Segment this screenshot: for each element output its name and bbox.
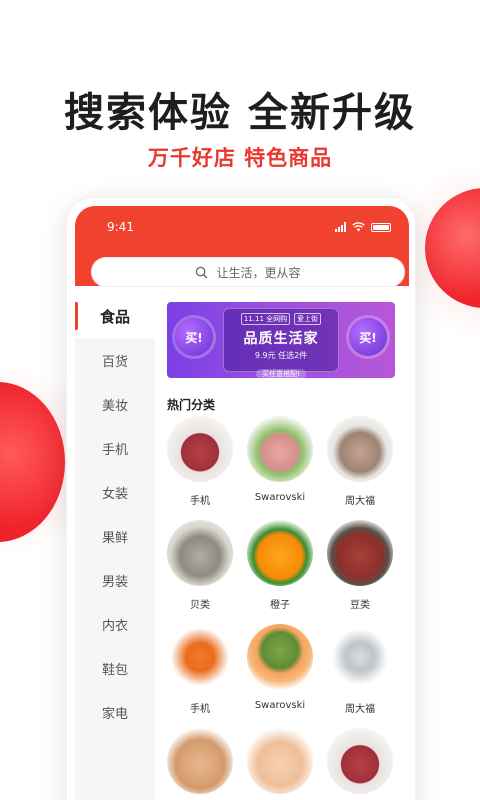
category-tile[interactable]: 手机 bbox=[160, 624, 240, 724]
phone-mockup: 9:41 让生活，更从容 食品 百货 美妆 手机 女装 果鲜 男装 内衣 鞋包 … bbox=[66, 197, 416, 800]
shrimp-icon bbox=[327, 416, 393, 482]
sidebar-item-underwear[interactable]: 内衣 bbox=[75, 602, 155, 646]
category-label: 手机 bbox=[190, 704, 210, 715]
meat-icon bbox=[327, 728, 393, 794]
category-label: Swarovski bbox=[254, 492, 306, 503]
category-label: 贝类 bbox=[190, 600, 210, 611]
category-sidebar: 食品 百货 美妆 手机 女装 果鲜 男装 内衣 鞋包 家电 bbox=[75, 294, 155, 800]
carrot-icon bbox=[167, 624, 233, 690]
banner-logos: 11.11 全网购 爱上街 bbox=[224, 313, 338, 325]
category-label: 周大福 bbox=[345, 704, 375, 715]
sidebar-item-womens[interactable]: 女装 bbox=[75, 470, 155, 514]
category-tile[interactable]: Swarovski bbox=[240, 416, 320, 516]
category-content: 买! 11.11 全网购 爱上街 品质生活家 9.9元 任选2件 买任意搭配! … bbox=[155, 294, 409, 800]
battery-icon bbox=[371, 222, 391, 232]
sidebar-item-phones[interactable]: 手机 bbox=[75, 426, 155, 470]
status-time: 9:41 bbox=[107, 220, 134, 234]
oyster-icon bbox=[167, 520, 233, 586]
banner-buy-bubble-left: 买! bbox=[175, 318, 213, 356]
banner-logo-left: 11.11 全网购 bbox=[240, 313, 291, 325]
search-bar[interactable]: 让生活，更从容 bbox=[91, 257, 405, 287]
peanut-icon bbox=[327, 520, 393, 586]
app-header: 9:41 让生活，更从容 bbox=[75, 206, 409, 287]
category-tile[interactable]: 豆类 bbox=[320, 520, 400, 620]
category-tile[interactable]: 周大福 bbox=[320, 416, 400, 516]
category-tile[interactable] bbox=[160, 728, 240, 800]
banner-buy-bubble-right: 买! bbox=[349, 318, 387, 356]
promo-headline: 搜索体验 全新升级 bbox=[64, 90, 416, 136]
status-icons bbox=[335, 222, 391, 232]
category-label: 手机 bbox=[190, 496, 210, 507]
pork-icon bbox=[247, 416, 313, 482]
category-tile[interactable]: 周大福 bbox=[320, 624, 400, 724]
sidebar-item-shoes-bags[interactable]: 鞋包 bbox=[75, 646, 155, 690]
orange-icon bbox=[247, 520, 313, 586]
category-tile[interactable]: 手机 bbox=[160, 416, 240, 516]
search-icon bbox=[196, 266, 208, 278]
banner-cta: 买任意搭配! bbox=[256, 369, 306, 378]
section-title-hot-categories: 热门分类 bbox=[167, 398, 216, 412]
chicken-icon bbox=[247, 728, 313, 794]
banner-title: 品质生活家 bbox=[243, 331, 319, 347]
sidebar-item-food[interactable]: 食品 bbox=[75, 294, 155, 338]
sidebar-item-department[interactable]: 百货 bbox=[75, 338, 155, 382]
sidebar-item-beauty[interactable]: 美妆 bbox=[75, 382, 155, 426]
egg-icon bbox=[167, 728, 233, 794]
category-label: 橙子 bbox=[270, 600, 290, 611]
melon-icon bbox=[247, 624, 313, 690]
promo-subline: 万千好店 特色商品 bbox=[147, 146, 333, 170]
category-tile[interactable] bbox=[320, 728, 400, 800]
banner-logo-right: 爱上街 bbox=[294, 313, 322, 325]
banner-center-card: 11.11 全网购 爱上街 品质生活家 9.9元 任选2件 买任意搭配! bbox=[223, 308, 339, 378]
category-tile[interactable]: 橙子 bbox=[240, 520, 320, 620]
promo-screen: 搜索体验 全新升级 万千好店 特色商品 9:41 让生活，更从容 食品 百货 美… bbox=[0, 0, 480, 800]
sidebar-item-mens[interactable]: 男装 bbox=[75, 558, 155, 602]
fish-icon bbox=[327, 624, 393, 690]
banner-promo: 9.9元 任选2件 bbox=[254, 351, 308, 360]
meat-icon bbox=[167, 416, 233, 482]
promo-banner[interactable]: 买! 11.11 全网购 爱上街 品质生活家 9.9元 任选2件 买任意搭配! … bbox=[167, 302, 395, 378]
search-placeholder: 让生活，更从容 bbox=[216, 265, 301, 280]
sidebar-item-appliances[interactable]: 家电 bbox=[75, 690, 155, 734]
category-tile[interactable] bbox=[240, 728, 320, 800]
signal-icon bbox=[335, 222, 346, 232]
wifi-icon bbox=[352, 222, 365, 232]
category-label: 周大福 bbox=[345, 496, 375, 507]
category-label: 豆类 bbox=[350, 600, 370, 611]
sidebar-item-fresh-fruit[interactable]: 果鲜 bbox=[75, 514, 155, 558]
category-tile[interactable]: 贝类 bbox=[160, 520, 240, 620]
category-tile[interactable]: Swarovski bbox=[240, 624, 320, 724]
category-label: Swarovski bbox=[254, 700, 306, 711]
